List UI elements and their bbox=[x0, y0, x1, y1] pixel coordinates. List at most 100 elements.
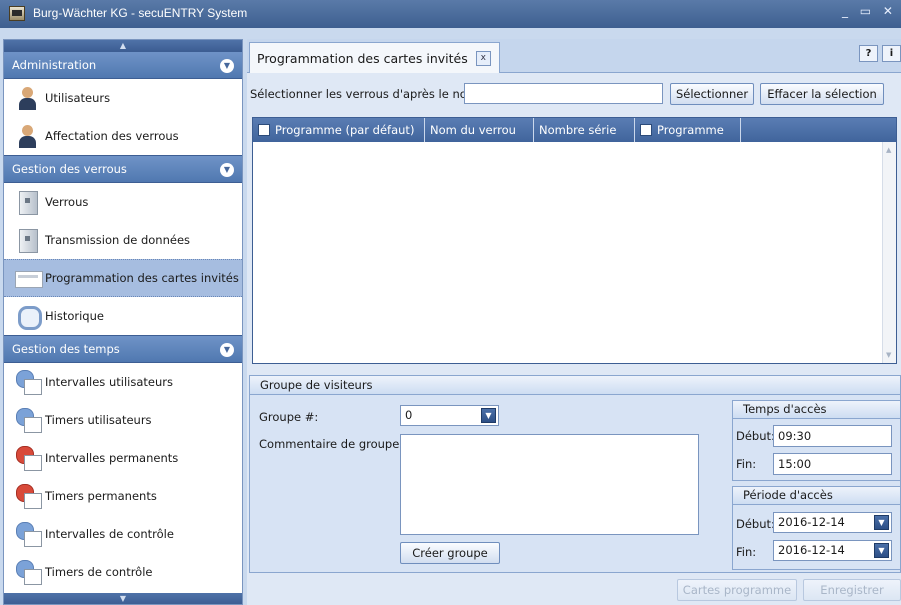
tab-strip: Programmation des cartes invités x ? i bbox=[247, 39, 901, 73]
access-period-start-picker[interactable]: 2016-12-14 ▼ bbox=[773, 512, 892, 533]
nav-item-label: Timers permanents bbox=[45, 489, 157, 503]
access-period-start-label: Début: bbox=[736, 517, 775, 531]
scroll-down-icon[interactable]: ▼ bbox=[886, 351, 891, 359]
group-number-value: 0 bbox=[405, 408, 413, 422]
lock-icon bbox=[15, 189, 41, 215]
nav-item-timers-permanents[interactable]: Timers permanents bbox=[4, 477, 242, 515]
column-label: Nombre série bbox=[539, 123, 617, 137]
clear-selection-button[interactable]: Effacer la sélection bbox=[760, 83, 884, 105]
history-icon bbox=[15, 303, 42, 330]
nav-item-historique[interactable]: Historique bbox=[4, 297, 242, 335]
nav-group-gestion-des-verrous[interactable]: Gestion des verrous ▼ bbox=[4, 155, 242, 183]
tab-title: Programmation des cartes invités bbox=[257, 50, 468, 66]
control-timer-icon bbox=[15, 559, 42, 585]
transmission-icon bbox=[15, 227, 41, 253]
nav-item-label: Programmation des cartes invités bbox=[45, 271, 239, 285]
column-header-default-program[interactable]: Programme (par défaut) bbox=[253, 118, 425, 142]
lock-selection-label: Sélectionner les verrous d'après le nom: bbox=[250, 87, 482, 101]
column-header-program[interactable]: Programme bbox=[635, 118, 741, 142]
nav-item-verrous[interactable]: Verrous bbox=[4, 183, 242, 221]
access-time-start-field[interactable]: 09:30 bbox=[773, 425, 892, 447]
column-label: Nom du verrou bbox=[430, 123, 516, 137]
visitor-group-title: Groupe de visiteurs bbox=[250, 376, 900, 395]
nav-scroll-down-button[interactable]: ▼ bbox=[4, 593, 242, 604]
create-group-button[interactable]: Créer groupe bbox=[400, 542, 500, 564]
nav-item-utilisateurs[interactable]: Utilisateurs bbox=[4, 79, 242, 117]
select-all-default-checkbox[interactable] bbox=[258, 124, 270, 136]
permanent-interval-icon bbox=[15, 445, 42, 471]
group-comment-field[interactable] bbox=[400, 434, 699, 535]
permanent-timer-icon bbox=[15, 483, 42, 509]
chevron-down-icon[interactable]: ▼ bbox=[874, 543, 889, 558]
chevron-down-icon[interactable]: ▼ bbox=[874, 515, 889, 530]
nav-item-programmation-des-cartes-invites[interactable]: Programmation des cartes invités bbox=[4, 259, 242, 297]
nav-group-title: Administration bbox=[12, 58, 97, 72]
nav-item-label: Intervalles de contrôle bbox=[45, 527, 174, 541]
access-time-title: Temps d'accès bbox=[733, 401, 900, 419]
nav-group-gestion-des-temps[interactable]: Gestion des temps ▼ bbox=[4, 335, 242, 363]
app-icon bbox=[9, 6, 25, 21]
save-button[interactable]: Enregistrer bbox=[803, 579, 901, 601]
collapse-icon[interactable]: ▼ bbox=[220, 343, 234, 357]
access-period-end-picker[interactable]: 2016-12-14 ▼ bbox=[773, 540, 892, 561]
control-interval-icon bbox=[15, 521, 42, 547]
scroll-up-icon[interactable]: ▲ bbox=[886, 146, 891, 154]
nav-item-label: Timers de contrôle bbox=[45, 565, 153, 579]
nav-item-label: Affectation des verrous bbox=[45, 129, 179, 143]
nav-group-title: Gestion des temps bbox=[12, 342, 120, 356]
user-interval-icon bbox=[15, 369, 42, 395]
group-number-label: Groupe #: bbox=[259, 410, 319, 424]
access-period-group: Période d'accès Début: 2016-12-14 ▼ Fin:… bbox=[732, 486, 901, 570]
chevron-down-icon[interactable]: ▼ bbox=[481, 408, 496, 423]
window-controls[interactable]: _ ▭ ✕ bbox=[842, 4, 897, 18]
select-button[interactable]: Sélectionner bbox=[670, 83, 754, 105]
access-time-start-label: Début: bbox=[736, 429, 775, 443]
grid-vertical-scrollbar[interactable]: ▲ ▼ bbox=[882, 142, 896, 363]
close-icon[interactable]: x bbox=[475, 50, 491, 66]
nav-scroll-up-button[interactable]: ▲ bbox=[4, 40, 242, 51]
access-period-start-value: 2016-12-14 bbox=[778, 515, 845, 529]
nav-item-timers-de-controle[interactable]: Timers de contrôle bbox=[4, 553, 242, 591]
column-label: Programme (par défaut) bbox=[275, 123, 415, 137]
nav-group-administration[interactable]: Administration ▼ bbox=[4, 51, 242, 79]
access-time-end-field[interactable]: 15:00 bbox=[773, 453, 892, 475]
lock-name-input[interactable] bbox=[464, 83, 663, 104]
user-icon bbox=[15, 85, 41, 111]
info-button[interactable]: i bbox=[882, 45, 901, 62]
collapse-icon[interactable]: ▼ bbox=[220, 163, 234, 177]
group-number-select[interactable]: 0 ▼ bbox=[400, 405, 499, 426]
nav-item-label: Transmission de données bbox=[45, 233, 191, 247]
access-period-title: Période d'accès bbox=[733, 487, 900, 505]
nav-item-transmission-de-donnees[interactable]: Transmission de données bbox=[4, 221, 242, 259]
access-period-end-label: Fin: bbox=[736, 545, 757, 559]
grid-header: Programme (par défaut) Nom du verrou Nom… bbox=[253, 118, 896, 142]
nav-item-label: Intervalles utilisateurs bbox=[45, 375, 173, 389]
window-title: Burg-Wächter KG - secuENTRY System bbox=[33, 6, 248, 20]
tab-guest-card-programming[interactable]: Programmation des cartes invités x bbox=[249, 42, 500, 73]
select-all-program-checkbox[interactable] bbox=[640, 124, 652, 136]
lock-grid: Programme (par défaut) Nom du verrou Nom… bbox=[252, 117, 897, 364]
visitor-group-panel: Groupe de visiteurs Groupe #: 0 ▼ Commen… bbox=[249, 375, 901, 573]
collapse-icon[interactable]: ▼ bbox=[220, 59, 234, 73]
guest-card-icon bbox=[15, 265, 43, 291]
column-label: Programme bbox=[657, 123, 724, 137]
nav-item-label: Timers utilisateurs bbox=[45, 413, 152, 427]
lock-selection-row: Sélectionner les verrous d'après le nom:… bbox=[250, 83, 890, 105]
nav-item-intervalles-utilisateurs[interactable]: Intervalles utilisateurs bbox=[4, 363, 242, 401]
access-period-end-value: 2016-12-14 bbox=[778, 543, 845, 557]
nav-item-label: Verrous bbox=[45, 195, 89, 209]
nav-item-label: Intervalles permanents bbox=[45, 451, 179, 465]
program-cards-button[interactable]: Cartes programme bbox=[677, 579, 797, 601]
access-time-end-label: Fin: bbox=[736, 457, 757, 471]
content-area: Programmation des cartes invités x ? i S… bbox=[247, 39, 901, 605]
column-header-lock-name[interactable]: Nom du verrou bbox=[425, 118, 534, 142]
column-header-serial-number[interactable]: Nombre série bbox=[534, 118, 635, 142]
title-bar: Burg-Wächter KG - secuENTRY System _ ▭ ✕ bbox=[0, 0, 901, 28]
help-button[interactable]: ? bbox=[859, 45, 878, 62]
nav-item-intervalles-de-controle[interactable]: Intervalles de contrôle bbox=[4, 515, 242, 553]
nav-item-intervalles-permanents[interactable]: Intervalles permanents bbox=[4, 439, 242, 477]
nav-item-label: Historique bbox=[45, 309, 104, 323]
nav-item-timers-utilisateurs[interactable]: Timers utilisateurs bbox=[4, 401, 242, 439]
nav-item-affectation-des-verrous[interactable]: Affectation des verrous bbox=[4, 117, 242, 155]
user-lock-icon bbox=[15, 123, 41, 149]
